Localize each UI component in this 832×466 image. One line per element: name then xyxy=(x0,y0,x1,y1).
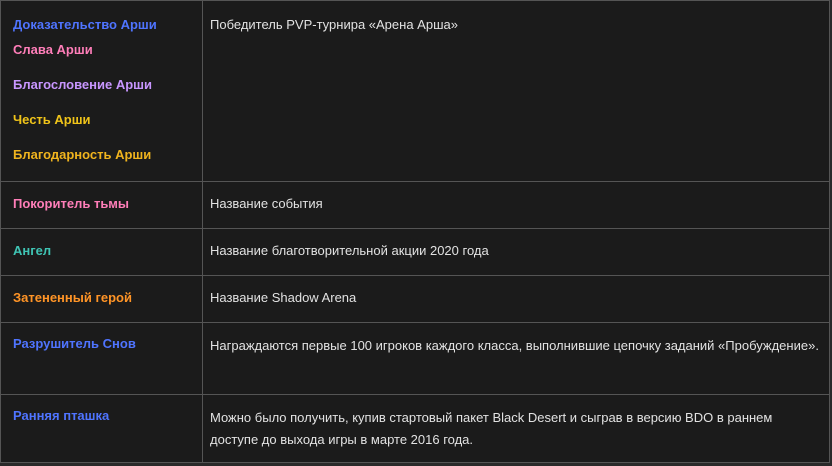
title-name: Благословение Арши xyxy=(13,77,152,92)
title-cell: Доказательство Арши Слава Арши Благослов… xyxy=(0,0,203,182)
title-stack: Доказательство Арши Слава Арши Благослов… xyxy=(13,16,192,181)
table-row: Ранняя пташка Можно было получить, купив… xyxy=(0,394,830,463)
title-name: Доказательство Арши xyxy=(13,17,157,32)
table-row: Доказательство Арши Слава Арши Благослов… xyxy=(0,0,830,182)
description-cell: Название события xyxy=(202,181,830,229)
title-cell: Ранняя пташка xyxy=(0,394,203,463)
description-cell: Можно было получить, купив стартовый пак… xyxy=(202,394,830,463)
title-cell: Разрушитель Снов xyxy=(0,322,203,395)
title-name: Разрушитель Снов xyxy=(13,336,136,351)
title-cell: Затененный герой xyxy=(0,275,203,323)
description-cell: Победитель PVP-турнира «Арена Арша» xyxy=(202,0,830,182)
title-description: Название благотворительной акции 2020 го… xyxy=(210,243,489,258)
table-row: Разрушитель Снов Награждаются первые 100… xyxy=(0,322,830,395)
title-name: Затененный герой xyxy=(13,290,132,305)
description-cell: Название благотворительной акции 2020 го… xyxy=(202,228,830,276)
title-name: Благодарность Арши xyxy=(13,147,152,162)
table-row: Затененный герой Название Shadow Arena xyxy=(0,275,830,323)
title-name: Покоритель тьмы xyxy=(13,196,130,211)
title-description: Название события xyxy=(210,196,323,211)
table-row: Покоритель тьмы Название события xyxy=(0,181,830,229)
title-cell: Ангел xyxy=(0,228,203,276)
title-cell: Покоритель тьмы xyxy=(0,181,203,229)
title-description: Можно было получить, купив стартовый пак… xyxy=(210,410,773,447)
title-description: Название Shadow Arena xyxy=(210,290,357,305)
title-name: Ранняя пташка xyxy=(13,408,110,423)
title-name: Слава Арши xyxy=(13,42,93,57)
title-name: Ангел xyxy=(13,243,52,258)
description-cell: Название Shadow Arena xyxy=(202,275,830,323)
title-name: Честь Арши xyxy=(13,112,91,127)
description-cell: Награждаются первые 100 игроков каждого … xyxy=(202,322,830,395)
titles-table: Доказательство Арши Слава Арши Благослов… xyxy=(0,0,830,463)
title-description: Награждаются первые 100 игроков каждого … xyxy=(210,338,819,353)
title-description: Победитель PVP-турнира «Арена Арша» xyxy=(210,17,458,32)
table-row: Ангел Название благотворительной акции 2… xyxy=(0,228,830,276)
